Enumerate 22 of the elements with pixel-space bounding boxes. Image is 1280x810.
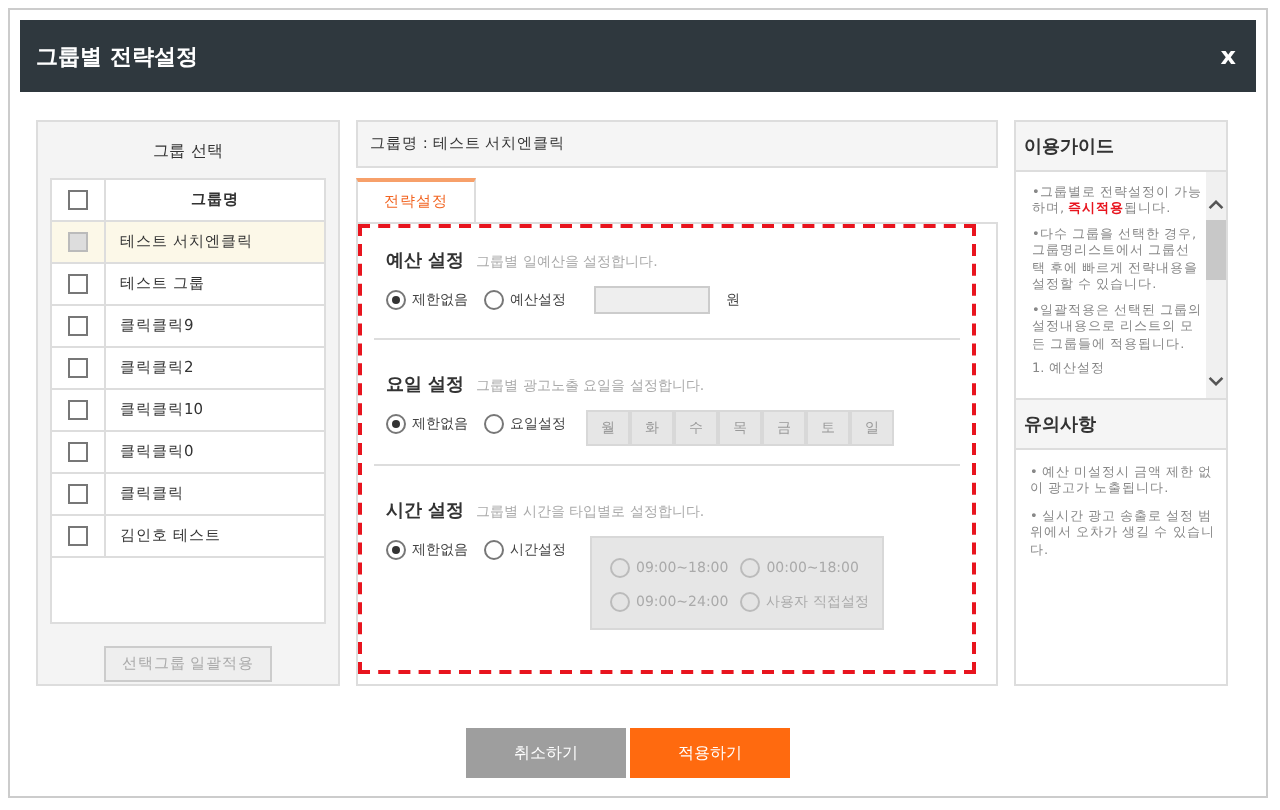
panel-title: 그룹 선택 (153, 140, 223, 164)
select-all-checkbox[interactable] (68, 190, 88, 210)
panel-title: 유의사항 (1016, 398, 1226, 450)
close-button[interactable]: x (1216, 42, 1240, 70)
row-checkbox[interactable] (68, 316, 88, 336)
row-checkbox[interactable] (68, 232, 88, 252)
scroll-down-icon[interactable] (1208, 376, 1224, 386)
budget-input[interactable] (594, 286, 710, 314)
scrollbar[interactable] (1206, 172, 1226, 398)
window-title: 그룹별 전략설정 (36, 41, 198, 71)
row-checkbox[interactable] (68, 526, 88, 546)
section-title: 요일 설정 (386, 374, 465, 398)
row-checkbox[interactable] (68, 484, 88, 504)
row-checkbox[interactable] (68, 442, 88, 462)
section-title: 시간 설정 (386, 500, 465, 524)
row-checkbox[interactable] (68, 274, 88, 294)
row-checkbox[interactable] (68, 400, 88, 420)
scroll-thumb[interactable] (1206, 220, 1226, 280)
row-checkbox[interactable] (68, 358, 88, 378)
section-title: 예산 설정 (386, 250, 465, 274)
scroll-up-icon[interactable] (1208, 200, 1224, 210)
panel-title: 이용가이드 (1016, 122, 1226, 172)
